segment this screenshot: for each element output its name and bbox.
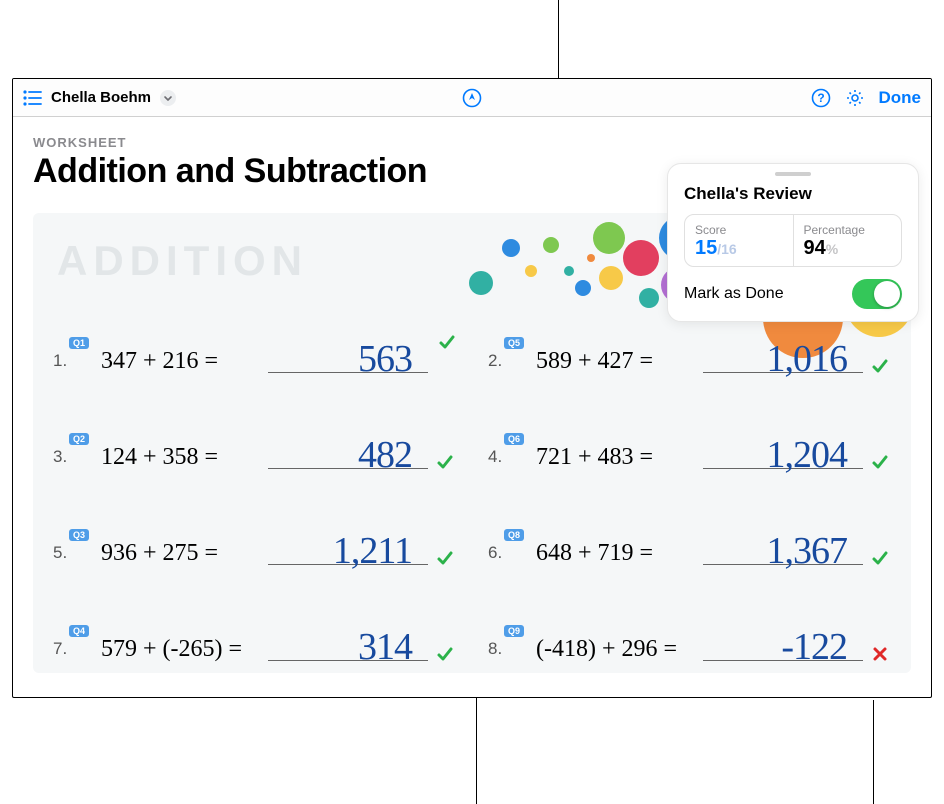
decorative-bubble: [623, 240, 659, 276]
help-icon[interactable]: ?: [811, 88, 831, 108]
question-sequence: 7.: [53, 639, 67, 659]
incorrect-cross-icon[interactable]: [871, 645, 889, 663]
question-row[interactable]: 4.Q6721 + 483 =1,204: [492, 411, 887, 475]
decorative-bubble: [502, 239, 520, 257]
student-answer: 482: [358, 433, 412, 477]
top-toolbar: Chella Boehm ? Done: [13, 79, 931, 117]
decorative-bubble: [525, 265, 537, 277]
done-button[interactable]: Done: [879, 88, 922, 108]
score-value: 15/16: [695, 237, 783, 260]
question-row[interactable]: 5.Q3936 + 275 =1,211: [57, 507, 452, 571]
decorative-bubble: [593, 222, 625, 254]
question-id-pill: Q1: [69, 337, 89, 349]
student-answer: -122: [781, 625, 847, 669]
question-row[interactable]: 8.Q9(-418) + 296 =-122: [492, 603, 887, 667]
mark-as-done-row: Mark as Done: [684, 279, 902, 309]
percentage-number: 94: [804, 237, 826, 259]
worksheet-eyebrow: WORKSHEET: [33, 135, 911, 150]
decorative-bubble: [469, 271, 493, 295]
mark-done-toggle[interactable]: [852, 279, 902, 309]
correct-check-icon[interactable]: [871, 549, 889, 567]
score-label: Score: [695, 223, 783, 237]
callout-line-bottom-right: [873, 700, 874, 804]
toggle-knob: [874, 281, 900, 307]
review-panel[interactable]: Chella's Review Score 15/16 Percentage 9…: [667, 163, 919, 322]
question-problem: 648 + 719 =: [536, 540, 653, 567]
decorative-bubble: [587, 254, 595, 262]
correct-check-icon[interactable]: [436, 453, 454, 471]
score-numerator: 15: [695, 237, 717, 259]
app-window: Chella Boehm ? Done WORKSHEET Addition a…: [12, 78, 932, 698]
question-problem: 721 + 483 =: [536, 444, 653, 471]
score-cell: Score 15/16: [685, 215, 793, 266]
sidebar-list-icon[interactable]: [23, 90, 43, 106]
student-name-label: Chella Boehm: [51, 89, 151, 106]
percentage-unit: %: [826, 241, 838, 257]
decorative-bubble: [564, 266, 574, 276]
decorative-bubble: [599, 266, 623, 290]
question-sequence: 4.: [488, 447, 502, 467]
percentage-cell: Percentage 94%: [793, 215, 902, 266]
callout-line-top: [558, 0, 559, 78]
student-answer: 1,204: [767, 433, 848, 477]
score-summary-box: Score 15/16 Percentage 94%: [684, 214, 902, 267]
question-problem: (-418) + 296 =: [536, 636, 677, 663]
markup-tool-icon[interactable]: [462, 88, 482, 108]
questions-column-left: 1.Q1347 + 216 =5633.Q2124 + 358 =4825.Q3…: [57, 315, 452, 667]
question-sequence: 3.: [53, 447, 67, 467]
decorative-bubble: [543, 237, 559, 253]
question-row[interactable]: 7.Q4579 + (-265) =314: [57, 603, 452, 667]
content-area: WORKSHEET Addition and Subtraction ADDIT…: [13, 117, 931, 673]
score-denominator: /16: [717, 241, 736, 257]
question-id-pill: Q8: [504, 529, 524, 541]
question-row[interactable]: 3.Q2124 + 358 =482: [57, 411, 452, 475]
question-sequence: 6.: [488, 543, 502, 563]
question-sequence: 5.: [53, 543, 67, 563]
svg-text:?: ?: [817, 91, 824, 105]
student-answer: 1,016: [767, 337, 848, 381]
question-id-pill: Q9: [504, 625, 524, 637]
toolbar-right-group: ? Done: [811, 88, 922, 108]
percentage-label: Percentage: [804, 223, 892, 237]
question-id-pill: Q3: [69, 529, 89, 541]
settings-gear-icon[interactable]: [845, 88, 865, 108]
question-problem: 579 + (-265) =: [101, 636, 242, 663]
correct-check-icon[interactable]: [871, 453, 889, 471]
question-problem: 124 + 358 =: [101, 444, 218, 471]
question-problem: 936 + 275 =: [101, 540, 218, 567]
mark-as-done-label: Mark as Done: [684, 285, 784, 303]
question-id-pill: Q2: [69, 433, 89, 445]
question-row[interactable]: 2.Q5589 + 427 =1,016: [492, 315, 887, 379]
question-problem: 347 + 216 =: [101, 348, 218, 375]
percentage-value: 94%: [804, 237, 892, 260]
student-answer: 563: [358, 337, 412, 381]
correct-check-icon[interactable]: [436, 549, 454, 567]
panel-grip-icon[interactable]: [775, 172, 811, 176]
question-problem: 589 + 427 =: [536, 348, 653, 375]
correct-check-icon[interactable]: [436, 645, 454, 663]
questions-column-right: 2.Q5589 + 427 =1,0164.Q6721 + 483 =1,204…: [492, 315, 887, 667]
decorative-bubble: [575, 280, 591, 296]
question-sequence: 1.: [53, 351, 67, 371]
decorative-bubble: [639, 288, 659, 308]
question-id-pill: Q4: [69, 625, 89, 637]
student-answer: 1,367: [767, 529, 848, 573]
student-answer: 1,211: [333, 529, 412, 573]
correct-check-icon[interactable]: [871, 357, 889, 375]
question-id-pill: Q5: [504, 337, 524, 349]
question-row[interactable]: 1.Q1347 + 216 =563: [57, 315, 452, 379]
student-answer: 314: [358, 625, 412, 669]
review-title: Chella's Review: [684, 184, 902, 204]
student-picker-chevron-icon[interactable]: [159, 89, 177, 107]
toolbar-left-group: Chella Boehm: [23, 89, 177, 107]
correct-check-icon[interactable]: [438, 333, 456, 351]
question-id-pill: Q6: [504, 433, 524, 445]
question-sequence: 8.: [488, 639, 502, 659]
question-sequence: 2.: [488, 351, 502, 371]
question-row[interactable]: 6.Q8648 + 719 =1,367: [492, 507, 887, 571]
